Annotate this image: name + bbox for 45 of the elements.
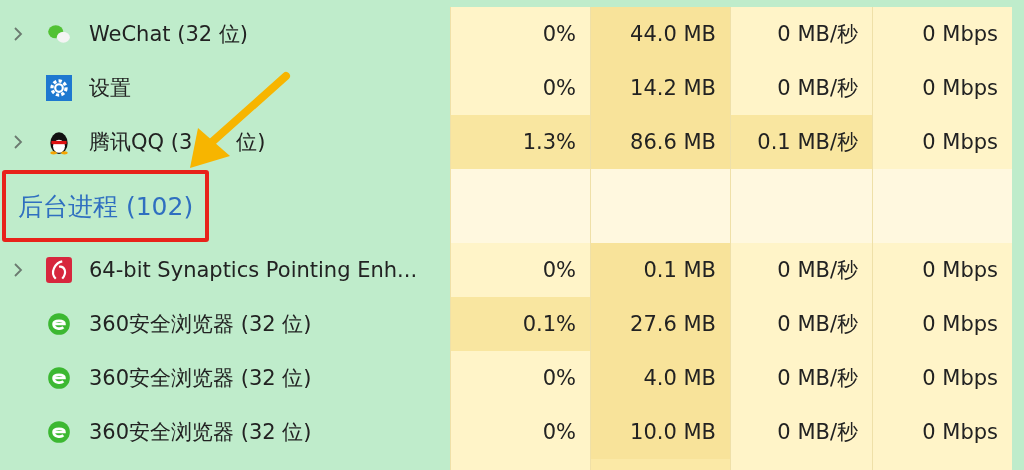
process-name[interactable]: 腾讯QQ (3 [89, 128, 193, 156]
table-cell: 44.0 MB [590, 7, 730, 61]
table-cell: 0 MB/秒 [730, 61, 872, 115]
table-cell: 14.2 MB [590, 61, 730, 115]
process-name[interactable]: WeChat (32 位) [89, 20, 248, 48]
table-cell: 0 Mbps [872, 61, 1012, 115]
chevron-icon[interactable] [13, 262, 23, 278]
table-cell: 0.1% [450, 297, 590, 351]
table-cell: 0 Mbps [872, 7, 1012, 61]
table-cell: 0 Mbps [872, 351, 1012, 405]
table-cell: 86.6 MB [590, 115, 730, 169]
swirl-icon [46, 257, 72, 283]
e-globe-icon [46, 365, 72, 391]
process-name[interactable]: 360安全浏览器 (32 位) [89, 310, 312, 338]
table-cell: 0 MB/秒 [730, 351, 872, 405]
table-cell: 0% [450, 7, 590, 61]
process-name[interactable]: 64-bit Synaptics Pointing Enh... [89, 258, 418, 282]
group-title[interactable]: 后台进程 (102) [18, 189, 194, 223]
table-cell: 0.1 MB/秒 [730, 115, 872, 169]
process-name[interactable]: 位) [236, 128, 266, 156]
table-cell: 0 Mbps [872, 297, 1012, 351]
table-cell: 0 Mbps [872, 115, 1012, 169]
table-cell: 0% [450, 243, 590, 297]
e-globe-icon [46, 419, 72, 445]
chevron-icon[interactable] [13, 26, 23, 42]
table-cell: 27.6 MB [590, 297, 730, 351]
table-cell: 0% [450, 351, 590, 405]
table-cell: 0 MB/秒 [730, 243, 872, 297]
table-cell: 0 Mbps [872, 405, 1012, 459]
table-cell: 0 MB/秒 [730, 7, 872, 61]
e-globe-icon [46, 311, 72, 337]
table-cell: 4.0 MB [590, 351, 730, 405]
process-name[interactable]: 设置 [89, 74, 131, 102]
table-cell: 0 MB/秒 [730, 405, 872, 459]
chevron-icon[interactable] [13, 134, 23, 150]
table-cell: 0% [450, 61, 590, 115]
table-cell: 1.3% [450, 115, 590, 169]
table-cell: 0.1 MB [590, 243, 730, 297]
table-cell: 10.0 MB [590, 405, 730, 459]
process-name[interactable]: 360安全浏览器 (32 位) [89, 364, 312, 392]
table-cell: 0% [450, 405, 590, 459]
table-cell: 0 Mbps [872, 243, 1012, 297]
table-cell: 0 MB/秒 [730, 297, 872, 351]
gear-icon [46, 75, 72, 101]
process-name[interactable]: 360安全浏览器 (32 位) [89, 418, 312, 446]
